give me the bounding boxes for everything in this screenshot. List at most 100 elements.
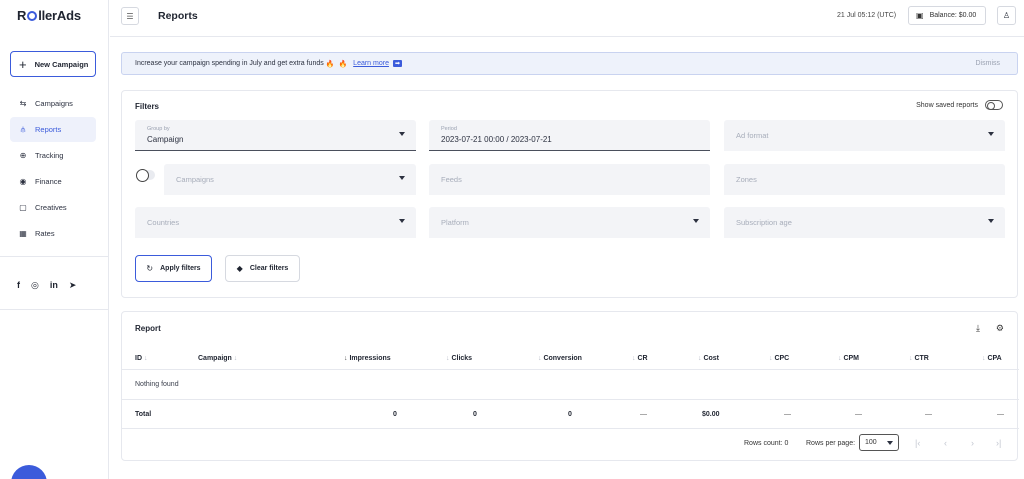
show-saved-label: Show saved reports (916, 101, 978, 109)
next-page-icon[interactable]: › (971, 438, 974, 448)
col-id[interactable]: ID ↓ (135, 355, 147, 362)
sidebar-divider (0, 256, 109, 257)
page-title: Reports (158, 10, 198, 22)
rows-per-page-select[interactable]: 100 (859, 434, 899, 451)
dismiss-button[interactable]: Dismiss (976, 60, 1001, 67)
group-by-label: Group by (147, 126, 170, 132)
sidebar-item-creatives[interactable]: ▢ Creatives (10, 195, 96, 220)
collapse-sidebar-button[interactable]: ☰ (121, 7, 139, 25)
sidebar-item-finance[interactable]: ◉ Finance (10, 169, 96, 194)
period-input[interactable]: Period 2023-07-21 00:00 / 2023-07-21 (429, 120, 710, 151)
total-row: Total 0 0 0 — $0.00 — — — — (122, 400, 1019, 429)
chevron-down-icon (887, 441, 893, 445)
sidebar-item-reports[interactable]: ⫛ Reports (10, 117, 96, 142)
menu-collapse-icon: ☰ (126, 11, 134, 21)
user-icon: ♙ (1002, 11, 1011, 20)
rollerads-logo[interactable]: RllerAds (17, 8, 81, 23)
new-campaign-button[interactable]: + New Campaign (10, 51, 96, 77)
rates-icon: ▦ (19, 229, 27, 238)
group-by-select[interactable]: Group by Campaign (135, 120, 416, 151)
report-panel: Report ⤓ ⚙ ID ↓ Campaign ↓ ↓ Impressions… (121, 311, 1019, 461)
show-saved-toggle[interactable] (985, 100, 1003, 110)
group-by-value: Campaign (147, 135, 184, 144)
subscription-age-select[interactable]: Subscription age (724, 207, 1005, 238)
report-title: Report (135, 324, 161, 333)
creatives-icon: ▢ (19, 203, 27, 212)
apply-filters-button[interactable]: ↻ Apply filters (135, 255, 212, 282)
sidebar-item-label: Rates (35, 229, 55, 238)
platform-select[interactable]: Platform (429, 207, 710, 238)
total-ctr: — (925, 411, 932, 418)
prev-page-icon[interactable]: ‹ (944, 438, 947, 448)
arrow-right-icon: ➡ (392, 60, 402, 67)
feeds-label: Feeds (441, 175, 462, 184)
chart-icon: ⫛ (20, 124, 26, 134)
col-campaign[interactable]: Campaign ↓ (198, 355, 237, 362)
chat-support-button[interactable] (11, 465, 47, 479)
sidebar: RllerAds + New Campaign ⇆ Campaigns ⫛ Re… (0, 0, 109, 479)
chevron-down-icon (399, 132, 405, 136)
col-cost[interactable]: ↓ Cost (698, 355, 719, 362)
col-cr[interactable]: ↓ CR (632, 355, 648, 362)
period-value: 2023-07-21 00:00 / 2023-07-21 (441, 135, 552, 144)
linkedin-icon[interactable]: in (50, 280, 58, 291)
download-icon[interactable]: ⤓ (976, 323, 980, 334)
campaigns-select[interactable]: Campaigns (164, 164, 416, 195)
report-tools: ⤓ ⚙ (976, 323, 1004, 334)
sidebar-item-label: Finance (35, 177, 62, 186)
chevron-down-icon (988, 219, 994, 223)
user-menu-button[interactable]: ♙ (997, 6, 1016, 25)
learn-more-link[interactable]: Learn more (353, 60, 389, 67)
empty-row: Nothing found (122, 370, 1019, 400)
first-page-icon[interactable]: |‹ (915, 438, 920, 448)
fire-icon: 🔥 (338, 60, 348, 68)
instagram-icon[interactable]: ◎ (31, 280, 39, 291)
feeds-select[interactable]: Feeds (429, 164, 710, 195)
sidebar-item-rates[interactable]: ▦ Rates (10, 221, 96, 246)
banner-text: Increase your campaign spending in July … (135, 60, 324, 67)
total-clicks: 0 (473, 411, 477, 418)
sidebar-item-label: Reports (35, 125, 62, 134)
campaigns-label: Campaigns (176, 175, 214, 184)
fire-icon: 🔥 (325, 60, 335, 68)
col-impressions[interactable]: ↓ Impressions (344, 355, 391, 362)
sidebar-item-campaigns[interactable]: ⇆ Campaigns (10, 91, 96, 116)
chevron-down-icon (399, 176, 405, 180)
col-ctr[interactable]: ↓ CTR (909, 355, 929, 362)
col-conversion[interactable]: ↓ Conversion (538, 355, 582, 362)
sidebar-item-label: Campaigns (35, 99, 73, 108)
col-cpa[interactable]: ↓ CPA (982, 355, 1002, 362)
columns-settings-icon[interactable]: ⚙ (996, 323, 1004, 334)
col-clicks[interactable]: ↓ Clicks (446, 355, 472, 362)
period-label: Period (441, 126, 457, 132)
promo-banner: Increase your campaign spending in July … (121, 52, 1018, 75)
ad-format-select[interactable]: Ad format (724, 120, 1005, 151)
top-header: ☰ Reports 21 Jul 05:12 (UTC) ▣ Balance: … (110, 0, 1024, 37)
wallet-icon: ▣ (916, 11, 924, 20)
countries-select[interactable]: Countries (135, 207, 416, 238)
ad-format-label: Ad format (736, 131, 769, 140)
rows-per-page-label: Rows per page: (806, 440, 856, 447)
campaigns-filter-toggle[interactable] (136, 169, 155, 182)
sidebar-divider (0, 309, 109, 310)
facebook-icon[interactable]: f (17, 280, 20, 291)
sidebar-nav: ⇆ Campaigns ⫛ Reports ⊕ Tracking ◉ Finan… (10, 91, 96, 247)
filters-panel: Filters Show saved reports Group by Camp… (121, 90, 1018, 298)
balance-button[interactable]: ▣ Balance: $0.00 (908, 6, 986, 25)
sidebar-item-tracking[interactable]: ⊕ Tracking (10, 143, 96, 168)
total-cpa: — (997, 411, 1004, 418)
eraser-icon: ◆ (236, 264, 243, 273)
last-page-icon[interactable]: ›| (996, 438, 1001, 448)
clear-filters-button[interactable]: ◆ Clear filters (225, 255, 300, 282)
table-header-row: ID ↓ Campaign ↓ ↓ Impressions ↓ Clicks ↓… (122, 348, 1019, 370)
telegram-icon[interactable]: ➤ (69, 280, 77, 291)
total-label: Total (135, 411, 152, 418)
col-cpm[interactable]: ↓ CPM (838, 355, 859, 362)
filters-title: Filters (135, 102, 160, 111)
platform-label: Platform (441, 218, 469, 227)
zones-select[interactable]: Zones (724, 164, 1005, 195)
sidebar-item-label: Creatives (35, 203, 67, 212)
col-cpc[interactable]: ↓ CPC (769, 355, 789, 362)
total-conversion: 0 (568, 411, 572, 418)
table-footer: Rows count: 0 Rows per page: 100 |‹ ‹ › … (122, 429, 1019, 459)
